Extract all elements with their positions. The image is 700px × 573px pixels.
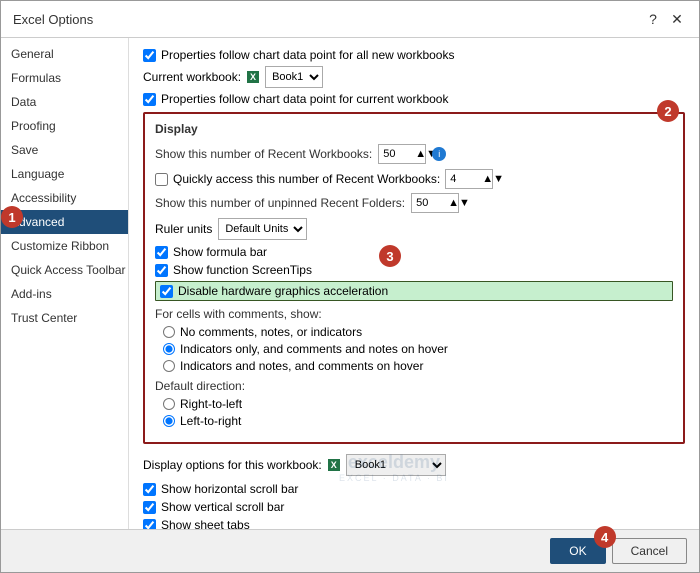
direction-option-1-label: Left-to-right — [180, 414, 241, 428]
cancel-button[interactable]: Cancel — [612, 538, 687, 564]
comment-option-0-label: No comments, notes, or indicators — [180, 325, 362, 339]
properties-all-label: Properties follow chart data point for a… — [161, 48, 454, 62]
show-v-scroll-checkbox[interactable] — [143, 501, 156, 514]
unpinned-folders-input[interactable] — [416, 197, 448, 209]
properties-all-row: Properties follow chart data point for a… — [143, 48, 685, 62]
comment-option-0-row: No comments, notes, or indicators — [163, 325, 673, 339]
content-scroll: Properties follow chart data point for a… — [129, 38, 699, 529]
comment-option-1-label: Indicators only, and comments and notes … — [180, 342, 448, 356]
quick-access-label: Quickly access this number of Recent Wor… — [173, 172, 440, 186]
help-button[interactable]: ? — [643, 9, 663, 29]
direction-option-0-label: Right-to-left — [180, 397, 242, 411]
comment-option-1-row: Indicators only, and comments and notes … — [163, 342, 673, 356]
show-sheet-tabs-label: Show sheet tabs — [161, 518, 250, 529]
comment-option-2-row: Indicators and notes, and comments on ho… — [163, 359, 673, 373]
unpinned-folders-row: Show this number of unpinned Recent Fold… — [155, 193, 673, 213]
sidebar-item-save[interactable]: Save — [1, 138, 128, 162]
recent-workbooks-row: Show this number of Recent Workbooks: ▲▼… — [155, 144, 673, 164]
show-v-scroll-row: Show vertical scroll bar — [143, 500, 685, 514]
sidebar-item-data[interactable]: Data — [1, 90, 128, 114]
ruler-select[interactable]: Default Units — [218, 218, 307, 240]
sidebar-item-customize-ribbon[interactable]: Customize Ribbon — [1, 234, 128, 258]
disable-hw-accel-row: Disable hardware graphics acceleration — [155, 281, 673, 301]
workbook-options: Display options for this workbook: X Boo… — [143, 454, 685, 529]
unpinned-folders-label: Show this number of unpinned Recent Fold… — [155, 196, 405, 210]
direction-option-1-radio[interactable] — [163, 415, 175, 427]
formula-bar-checkbox[interactable] — [155, 246, 168, 259]
recent-workbooks-spinner[interactable]: ▲▼ — [378, 144, 426, 164]
formula-bar-label: Show formula bar — [173, 245, 267, 259]
recent-workbooks-input[interactable] — [383, 148, 415, 160]
workbook-dropdown[interactable]: Book1 — [346, 454, 446, 476]
workbook-excel-icon: X — [328, 459, 340, 471]
comments-section: For cells with comments, show: No commen… — [155, 307, 673, 373]
quick-access-checkbox[interactable] — [155, 173, 168, 186]
quick-access-input[interactable] — [450, 173, 482, 185]
excel-icon: X — [247, 71, 259, 83]
properties-current-label: Properties follow chart data point for c… — [161, 92, 448, 106]
sidebar-item-accessibility[interactable]: Accessibility — [1, 186, 128, 210]
dialog-title: Excel Options — [13, 12, 93, 27]
current-workbook-select[interactable]: Book1 — [265, 66, 323, 88]
direction-option-1-row: Left-to-right — [163, 414, 673, 428]
badge-4: 4 — [594, 526, 616, 548]
dialog-body: General Formulas Data Proofing Save Lang… — [1, 38, 699, 529]
direction-option-0-row: Right-to-left — [163, 397, 673, 411]
show-v-scroll-label: Show vertical scroll bar — [161, 500, 284, 514]
title-bar: Excel Options ? ✕ — [1, 1, 699, 38]
sidebar-item-general[interactable]: General — [1, 42, 128, 66]
badge-2: 2 — [657, 100, 679, 122]
show-h-scroll-checkbox[interactable] — [143, 483, 156, 496]
disable-hw-accel-checkbox[interactable] — [160, 285, 173, 298]
current-workbook-label: Current workbook: — [143, 70, 241, 84]
info-icon[interactable]: i — [432, 147, 446, 161]
comment-option-0-radio[interactable] — [163, 326, 175, 338]
workbook-options-label: Display options for this workbook: — [143, 458, 322, 472]
top-checkboxes: Properties follow chart data point for a… — [143, 48, 685, 106]
display-section: Display Show this number of Recent Workb… — [143, 112, 685, 444]
function-screentips-row: Show function ScreenTips — [155, 263, 673, 277]
formula-bar-row: Show formula bar — [155, 245, 673, 259]
properties-current-row: Properties follow chart data point for c… — [143, 92, 685, 106]
show-sheet-tabs-checkbox[interactable] — [143, 519, 156, 530]
excel-options-dialog: Excel Options ? ✕ General Formulas Data … — [0, 0, 700, 573]
sidebar: General Formulas Data Proofing Save Lang… — [1, 38, 129, 529]
unpinned-folders-spinner[interactable]: ▲▼ — [411, 193, 459, 213]
sidebar-item-language[interactable]: Language — [1, 162, 128, 186]
sidebar-item-trust-center[interactable]: Trust Center — [1, 306, 128, 330]
ruler-label: Ruler units — [155, 222, 212, 236]
properties-current-checkbox[interactable] — [143, 93, 156, 106]
properties-all-checkbox[interactable] — [143, 49, 156, 62]
direction-label: Default direction: — [155, 379, 673, 393]
quick-access-row: Quickly access this number of Recent Wor… — [155, 169, 673, 189]
comment-option-2-label: Indicators and notes, and comments on ho… — [180, 359, 423, 373]
quick-access-spinner[interactable]: ▲▼ — [445, 169, 493, 189]
function-screentips-label: Show function ScreenTips — [173, 263, 312, 277]
ruler-row: Ruler units Default Units — [155, 218, 673, 240]
workbook-header: Display options for this workbook: X Boo… — [143, 454, 685, 476]
close-button[interactable]: ✕ — [667, 9, 687, 29]
sidebar-item-quick-access[interactable]: Quick Access Toolbar — [1, 258, 128, 282]
badge-3: 3 — [379, 245, 401, 267]
show-h-scroll-row: Show horizontal scroll bar — [143, 482, 685, 496]
badge-1: 1 — [1, 206, 23, 228]
comment-option-2-radio[interactable] — [163, 360, 175, 372]
direction-option-0-radio[interactable] — [163, 398, 175, 410]
bottom-bar: OK 4 Cancel — [1, 529, 699, 572]
sidebar-item-proofing[interactable]: Proofing — [1, 114, 128, 138]
comment-option-1-radio[interactable] — [163, 343, 175, 355]
display-label: Display — [155, 122, 673, 136]
sidebar-item-formulas[interactable]: Formulas — [1, 66, 128, 90]
show-h-scroll-label: Show horizontal scroll bar — [161, 482, 298, 496]
disable-hw-accel-label: Disable hardware graphics acceleration — [178, 284, 388, 298]
title-bar-buttons: ? ✕ — [643, 9, 687, 29]
comments-label: For cells with comments, show: — [155, 307, 673, 321]
function-screentips-checkbox[interactable] — [155, 264, 168, 277]
current-workbook-row: Current workbook: X Book1 — [143, 66, 685, 88]
direction-section: Default direction: Right-to-left Left-to… — [155, 379, 673, 428]
content-area: Properties follow chart data point for a… — [129, 38, 699, 529]
recent-workbooks-label: Show this number of Recent Workbooks: — [155, 147, 372, 161]
sidebar-item-add-ins[interactable]: Add-ins — [1, 282, 128, 306]
